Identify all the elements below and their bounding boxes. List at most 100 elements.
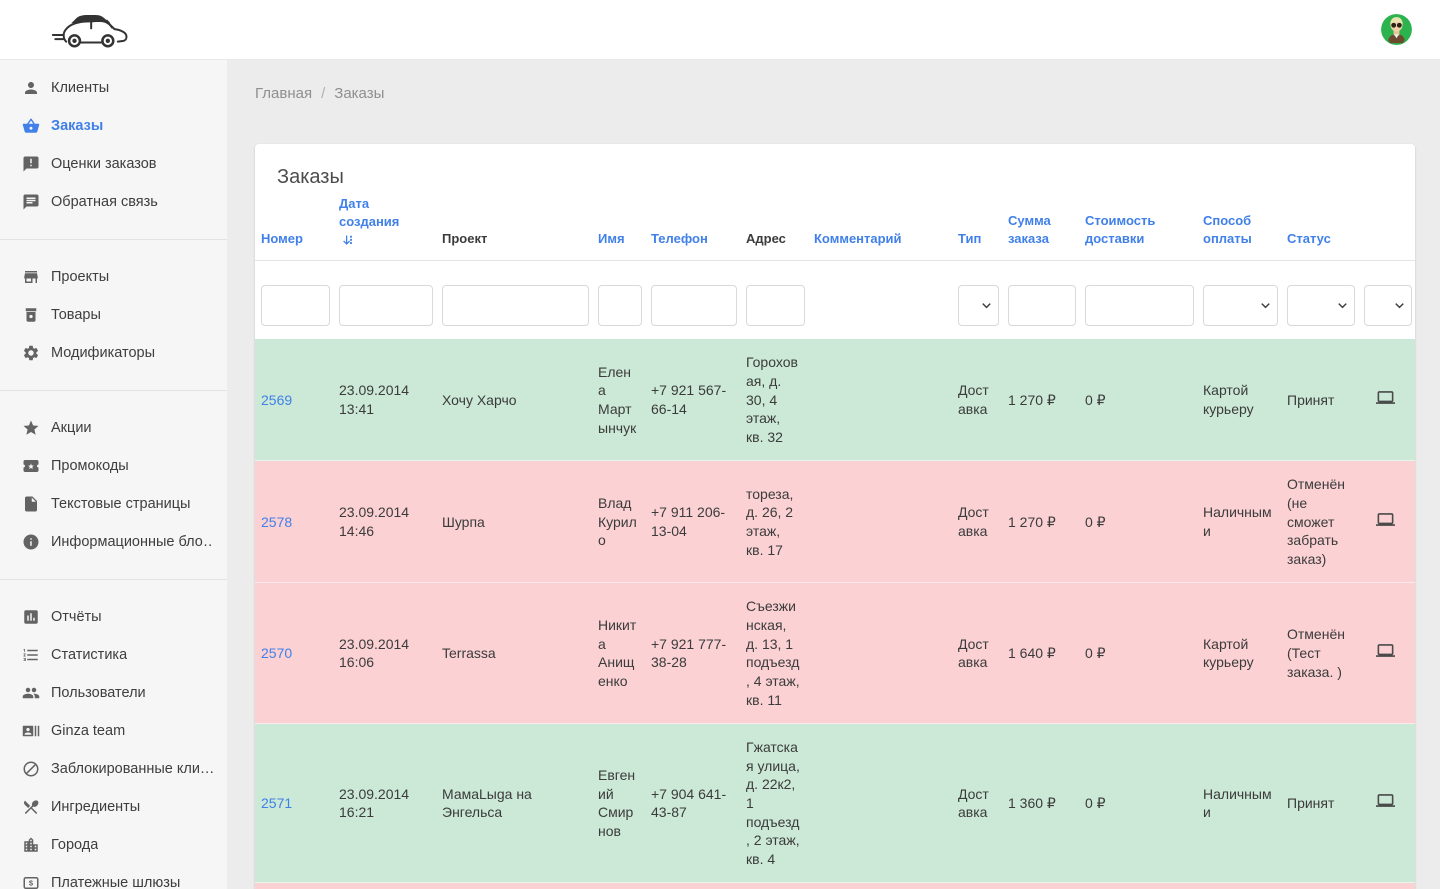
product-icon — [22, 306, 40, 324]
sidebar-item-feedback[interactable]: Обратная связь — [0, 183, 227, 221]
sidebar-item-blocked-clients[interactable]: Заблокированные кли… — [0, 750, 227, 788]
order-row: 256923.09.2014 13:41Хочу ХарчоЕлена Март… — [255, 339, 1415, 461]
column-header-delivery-cost[interactable]: Стоимость доставки — [1079, 189, 1197, 261]
order-number-link[interactable]: 2571 — [261, 795, 292, 811]
sidebar-item-label: Заказы — [51, 118, 103, 134]
sidebar-item-label: Проекты — [51, 269, 109, 285]
filter-select-type[interactable] — [958, 285, 999, 326]
sort-desc-icon[interactable] — [341, 233, 356, 248]
filter-input-address[interactable] — [746, 285, 805, 326]
column-header-phone[interactable]: Телефон — [645, 189, 740, 261]
sidebar-item-promotions[interactable]: Акции — [0, 409, 227, 447]
filter-select-status[interactable] — [1287, 285, 1355, 326]
laptop-icon — [1376, 641, 1395, 660]
cell-payment: Картой курьеру — [1197, 339, 1281, 461]
chat-icon — [22, 193, 40, 211]
filter-select-actions[interactable] — [1364, 285, 1412, 326]
sidebar-item-clients[interactable]: Клиенты — [0, 69, 227, 107]
cell-delivery_cost: 0 ₽ — [1079, 339, 1197, 461]
cell-comment — [808, 461, 952, 583]
column-header-order-sum[interactable]: Сумма заказа — [1002, 189, 1079, 261]
sidebar-item-orders[interactable]: Заказы — [0, 107, 227, 145]
column-header-created[interactable]: Дата создания — [333, 189, 436, 261]
sidebar-item-label: Платежные шлюзы — [51, 875, 180, 889]
order-number-link[interactable]: 2569 — [261, 392, 292, 408]
order-number-link[interactable]: 2578 — [261, 514, 292, 530]
sidebar-item-cities[interactable]: Города — [0, 826, 227, 864]
main-content: Главная/Заказы Заказы НомерДата создания… — [228, 60, 1440, 889]
cell-sum: 1 360 ₽ — [1002, 724, 1079, 883]
sidebar-item-label: Обратная связь — [51, 194, 158, 210]
table-header-row: НомерДата созданияПроектИмяТелефонАдресК… — [255, 189, 1415, 261]
person-icon — [22, 79, 40, 97]
breadcrumb-home[interactable]: Главная — [255, 85, 312, 102]
sidebar-item-label: Ингредиенты — [51, 799, 140, 815]
column-header-type[interactable]: Тип — [952, 189, 1002, 261]
sidebar-item-users[interactable]: Пользователи — [0, 674, 227, 712]
filter-input-name[interactable] — [598, 285, 642, 326]
sidebar-item-text-pages[interactable]: Текстовые страницы — [0, 485, 227, 523]
sidebar-item-payment-gateways[interactable]: $Платежные шлюзы — [0, 864, 227, 889]
cell-comment — [808, 583, 952, 724]
filter-input-order-sum[interactable] — [1008, 285, 1076, 326]
sidebar-item-label: Заблокированные кли… — [51, 761, 213, 777]
order-number-link[interactable]: 2570 — [261, 645, 292, 661]
column-header-status[interactable]: Статус — [1281, 189, 1358, 261]
filter-input-project[interactable] — [442, 285, 589, 326]
column-header-comment[interactable]: Комментарий — [808, 189, 952, 261]
sidebar-item-label: Города — [51, 837, 98, 853]
filter-input-phone[interactable] — [651, 285, 737, 326]
filter-select-payment-method[interactable] — [1203, 285, 1278, 326]
sidebar-item-projects[interactable]: Проекты — [0, 258, 227, 296]
sidebar-item-order-ratings[interactable]: Оценки заказов — [0, 145, 227, 183]
cell-phone: +7 921 567-66-14 — [645, 339, 740, 461]
blocked-icon — [22, 760, 40, 778]
cell-sum: 1 166 ₽ — [1002, 883, 1079, 889]
filter-row — [255, 261, 1415, 339]
sidebar-item-reports[interactable]: Отчёты — [0, 598, 227, 636]
breadcrumb-separator: / — [321, 85, 325, 102]
sidebar-item-ginza-team[interactable]: Ginza team — [0, 712, 227, 750]
basket-icon — [22, 117, 40, 135]
filter-input-delivery-cost[interactable] — [1085, 285, 1194, 326]
sidebar-item-statistics[interactable]: Статистика — [0, 636, 227, 674]
cell-type: Доставка — [952, 883, 1002, 889]
cell-address: Съезжинская, д. 13, 1 подъезд, 4 этаж, к… — [740, 583, 808, 724]
cell-created: 23.09.2014 13:41 — [333, 339, 436, 461]
cell-name: Влад Курило — [592, 461, 645, 583]
filter-input-created[interactable] — [339, 285, 433, 326]
cell-payment: Наличными — [1197, 724, 1281, 883]
sidebar-item-promocodes[interactable]: Промокоды — [0, 447, 227, 485]
user-avatar[interactable] — [1381, 14, 1412, 45]
cell-created: 23.09.2014 17:55 — [333, 883, 436, 889]
sidebar-item-label: Акции — [51, 420, 92, 436]
page-title: Заказы — [255, 144, 1415, 189]
contact-card-icon — [22, 722, 40, 740]
sidebar-item-label: Клиенты — [51, 80, 109, 96]
cell-phone: +7 911 206-13-04 — [645, 461, 740, 583]
sidebar-item-label: Оценки заказов — [51, 156, 157, 172]
cell-project: Баклажан в ТЦ «Галерея» — [436, 883, 592, 889]
sidebar-item-products[interactable]: Товары — [0, 296, 227, 334]
cell-payment: Картой курьеру — [1197, 583, 1281, 724]
order-row: 257023.09.2014 16:06TerrassaНикита Анище… — [255, 583, 1415, 724]
cell-delivery_cost: 0 ₽ — [1079, 883, 1197, 889]
info-icon — [22, 533, 40, 551]
sidebar-item-label: Отчёты — [51, 609, 102, 625]
sidebar-item-ingredients[interactable]: Ингредиенты — [0, 788, 227, 826]
sidebar-item-info-blocks[interactable]: Информационные бло… — [0, 523, 227, 561]
cell-sum: 1 270 ₽ — [1002, 461, 1079, 583]
cell-sum: 1 270 ₽ — [1002, 339, 1079, 461]
cell-comment — [808, 339, 952, 461]
sidebar-item-modifiers[interactable]: Модификаторы — [0, 334, 227, 372]
column-header-payment-method[interactable]: Способ оплаты — [1197, 189, 1281, 261]
cell-address: Гороховая, д. 30, 4 этаж, кв. 32 — [740, 339, 808, 461]
cell-name: Евгений Смирнов — [592, 724, 645, 883]
sidebar-item-label: Информационные бло… — [51, 534, 213, 550]
sidebar-item-label: Промокоды — [51, 458, 129, 474]
star-icon — [22, 419, 40, 437]
filter-input-number[interactable] — [261, 285, 330, 326]
column-header-number[interactable]: Номер — [255, 189, 333, 261]
cell-phone: +7 921 777-38-28 — [645, 583, 740, 724]
column-header-name[interactable]: Имя — [592, 189, 645, 261]
